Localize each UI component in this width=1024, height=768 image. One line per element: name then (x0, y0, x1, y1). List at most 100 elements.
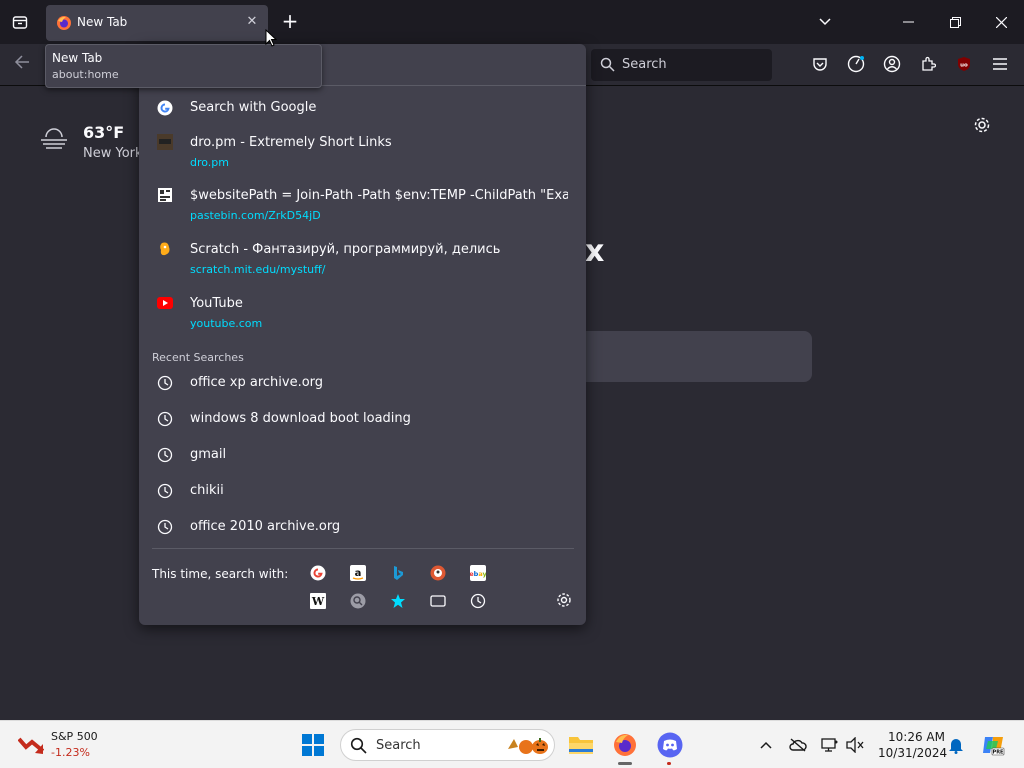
notifications-button[interactable] (947, 736, 965, 754)
list-all-tabs-button[interactable] (815, 12, 835, 32)
back-button[interactable] (14, 54, 30, 73)
result-youtube[interactable]: YouTube youtube.com (147, 293, 578, 335)
tab-icon (430, 595, 446, 607)
result-title: Scratch - Фантазируй, программируй, дели… (190, 242, 501, 257)
account-button[interactable] (881, 53, 903, 75)
dial-icon (847, 55, 865, 73)
folder-icon (569, 737, 593, 754)
search-icon (350, 737, 367, 758)
firefox-icon (56, 15, 72, 35)
weather-location: New York (83, 146, 143, 161)
start-button[interactable] (302, 734, 324, 760)
search-engine-button[interactable] (350, 593, 366, 609)
result-url: youtube.com (190, 317, 263, 330)
chevron-down-icon (819, 18, 831, 26)
search-settings-button[interactable] (556, 592, 572, 612)
result-title: $websitePath = Join-Path -Path $env:TEMP… (190, 188, 568, 203)
mouse-cursor-icon (265, 28, 278, 51)
urlbar-results-popup: ss Search with Google dro.pm - Extremely… (139, 44, 586, 625)
result-title: dro.pm - Extremely Short Links (190, 135, 392, 150)
recent-search-item[interactable]: gmail (147, 443, 578, 471)
google-engine-button[interactable] (310, 565, 326, 581)
restore-button[interactable] (945, 12, 965, 32)
result-pastebin[interactable]: $websitePath = Join-Path -Path $env:TEMP… (147, 185, 578, 227)
cloud-offline-icon (789, 738, 807, 752)
taskbar: S&P 500 -1.23% Search 10:26 AM 10/31/202… (0, 720, 1024, 768)
duckduckgo-engine-button[interactable] (430, 565, 446, 581)
result-search-google[interactable]: Search with Google (147, 94, 578, 122)
magnifier-globe-icon (350, 593, 366, 609)
history-clock-icon (157, 519, 173, 535)
recent-search-text: windows 8 download boot loading (190, 411, 411, 426)
onedrive-tray-button[interactable] (789, 736, 807, 754)
pastebin-favicon (157, 187, 173, 203)
ebay-icon: ebay (470, 565, 486, 581)
bing-icon (394, 566, 403, 580)
app-menu-button[interactable] (989, 53, 1011, 75)
clock-time[interactable]: 10:26 AM (888, 730, 945, 744)
minimize-icon (902, 21, 914, 23)
svg-text:ebay: ebay (470, 570, 486, 578)
search-bar[interactable]: Search (591, 49, 772, 81)
close-icon (995, 16, 1007, 28)
pocket-button[interactable] (809, 53, 831, 75)
halloween-pumpkin-icon (506, 735, 552, 759)
amazon-icon: a (350, 565, 366, 581)
search-bar-placeholder: Search (622, 57, 667, 72)
close-tab-icon[interactable]: ✕ (244, 14, 260, 29)
copilot-button[interactable]: PRE (981, 733, 1005, 757)
new-tab-button[interactable]: + (280, 10, 300, 34)
tooltip-title: New Tab (52, 51, 103, 65)
history-search-button[interactable] (470, 593, 486, 609)
pocket-icon (813, 58, 827, 71)
amazon-engine-button[interactable]: a (350, 565, 366, 581)
google-icon (310, 565, 326, 581)
star-icon (391, 594, 405, 608)
scratch-favicon (157, 241, 173, 257)
tabs-search-button[interactable] (430, 593, 446, 609)
history-clock-icon (157, 447, 173, 463)
back-arrow-icon (14, 55, 29, 69)
recent-search-item[interactable]: chikii (147, 479, 578, 507)
page-search-box[interactable] (585, 331, 812, 382)
result-title: Search with Google (190, 100, 317, 115)
extension-button[interactable] (845, 53, 867, 75)
network-tray-button[interactable] (821, 736, 839, 754)
notification-indicator (667, 762, 671, 765)
taskbar-search-box[interactable]: Search (340, 729, 555, 761)
result-url: pastebin.com/ZrkD54jD (190, 209, 321, 222)
firefox-view-button[interactable] (8, 10, 32, 34)
firefox-taskbar-button[interactable] (611, 731, 639, 765)
wikipedia-engine-button[interactable]: W (310, 593, 326, 609)
page-settings-button[interactable] (973, 116, 991, 138)
history-clock-icon (470, 593, 486, 609)
recent-search-item[interactable]: office 2010 archive.org (147, 515, 578, 543)
recent-search-item[interactable]: windows 8 download boot loading (147, 407, 578, 435)
svg-text:uo: uo (960, 63, 968, 69)
file-explorer-button[interactable] (567, 731, 595, 759)
close-window-button[interactable] (991, 12, 1011, 32)
stock-widget-button[interactable] (17, 733, 45, 759)
ebay-engine-button[interactable]: ebay (470, 565, 486, 581)
bing-engine-button[interactable] (390, 565, 406, 581)
ublock-button[interactable]: uo (953, 53, 975, 75)
tab-new-tab[interactable]: New Tab ✕ (46, 5, 268, 41)
extensions-button[interactable] (917, 53, 939, 75)
result-scratch[interactable]: Scratch - Фантазируй, программируй, дели… (147, 239, 578, 281)
ublock-origin-icon: uo (958, 57, 970, 71)
history-clock-icon (157, 483, 173, 499)
duckduckgo-icon (430, 565, 446, 581)
clock-date[interactable]: 10/31/2024 (878, 746, 947, 760)
restore-icon (949, 16, 961, 28)
bookmarks-search-button[interactable] (390, 593, 406, 609)
volume-tray-button[interactable] (846, 736, 864, 754)
result-title: YouTube (190, 296, 243, 311)
result-url: dro.pm (190, 156, 229, 169)
show-hidden-icons-button[interactable] (757, 736, 775, 754)
minimize-button[interactable] (898, 12, 918, 32)
recent-search-item[interactable]: office xp archive.org (147, 371, 578, 399)
wikipedia-icon: W (310, 593, 326, 609)
discord-taskbar-button[interactable] (656, 731, 684, 765)
tab-strip: New Tab ✕ + (0, 0, 1024, 44)
result-dro-pm[interactable]: dro.pm - Extremely Short Links dro.pm (147, 132, 578, 174)
